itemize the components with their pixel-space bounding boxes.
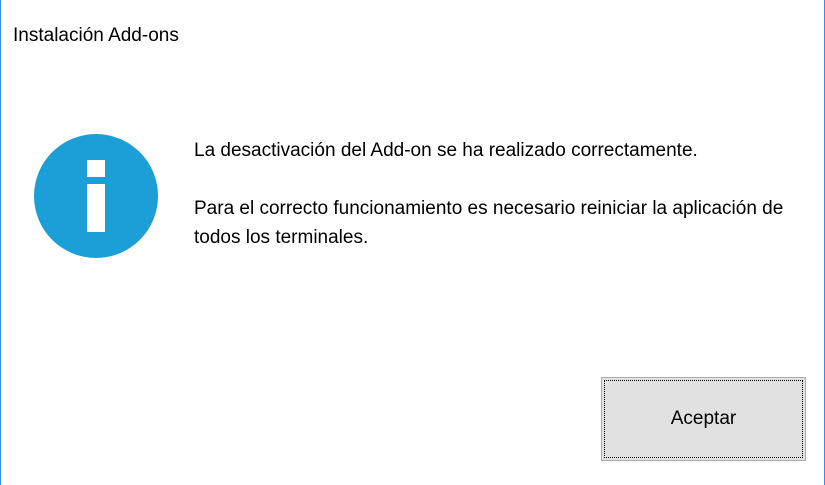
- window-title: Instalación Add-ons: [13, 25, 179, 46]
- title-bar[interactable]: Instalación Add-ons: [1, 0, 824, 70]
- ok-button[interactable]: Aceptar: [601, 377, 806, 461]
- info-icon: [34, 134, 158, 258]
- message-line-restart: Para el correcto funcionamiento es neces…: [194, 198, 784, 248]
- message-text: La desactivación del Add-on se ha realiz…: [194, 136, 784, 252]
- window-border-left: [0, 0, 1, 485]
- ok-button-label: Aceptar: [670, 408, 737, 429]
- message-line-deactivation: La desactivación del Add-on se ha realiz…: [194, 140, 698, 161]
- message-dialog: Instalación Add-ons La desactivación del…: [0, 0, 825, 485]
